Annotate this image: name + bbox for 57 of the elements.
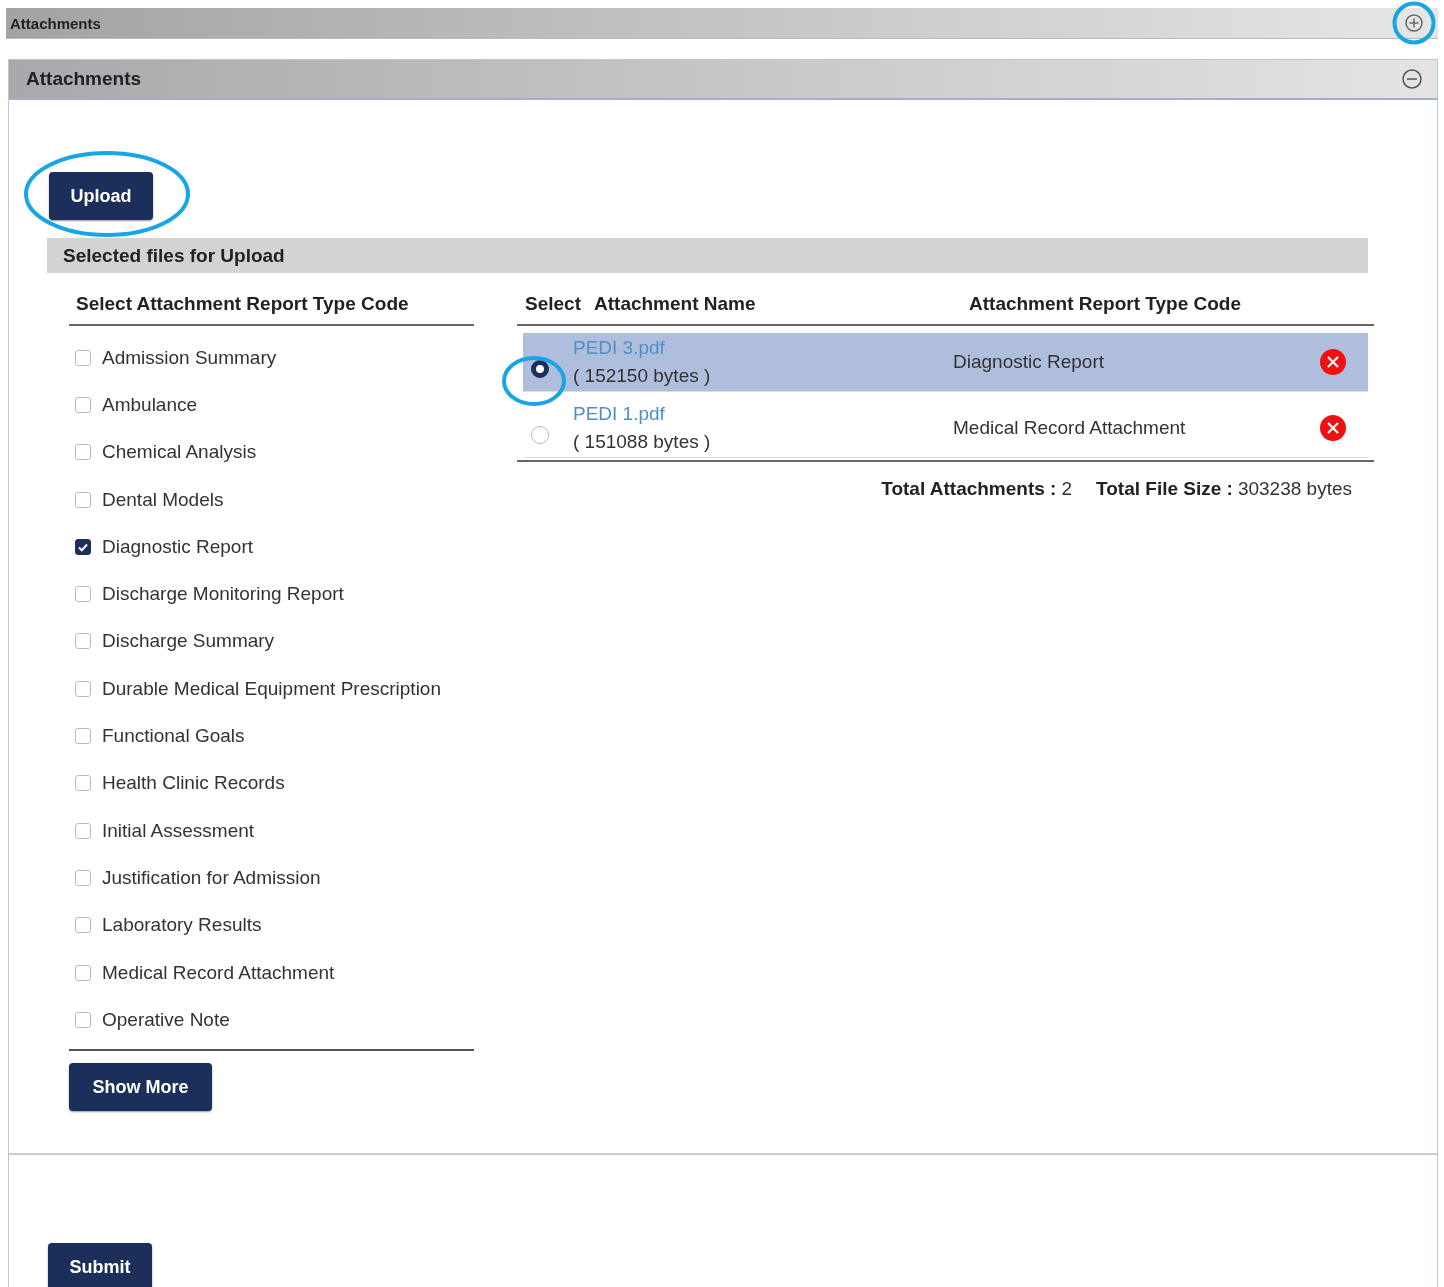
checkbox[interactable]	[75, 680, 91, 697]
checkbox[interactable]	[75, 349, 91, 366]
checkbox[interactable]	[75, 444, 91, 461]
checkbox-label[interactable]: Discharge Summary	[102, 630, 275, 653]
checkbox[interactable]	[75, 917, 91, 934]
checkbox[interactable]	[75, 396, 91, 413]
checkbox-label[interactable]: Laboratory Results	[102, 914, 262, 937]
total-label: Total Attachments :	[881, 478, 1057, 499]
checkbox-label[interactable]: Functional Goals	[102, 725, 245, 747]
show-more-button[interactable]: Show More	[69, 1063, 212, 1112]
section-title: Attachments	[10, 14, 101, 32]
delete-icon[interactable]	[1319, 348, 1347, 376]
checkbox-label[interactable]: Operative Note	[102, 1008, 230, 1031]
checkbox-label[interactable]: Medical Record Attachment	[102, 961, 335, 984]
checkbox[interactable]	[75, 1011, 91, 1028]
total-label: Total File Size :	[1096, 478, 1233, 499]
panel-title: Attachments	[26, 68, 142, 90]
checkbox-label[interactable]: Durable Medical Equipment Prescription	[102, 677, 441, 700]
checkbox-label[interactable]: Admission Summary	[102, 346, 277, 369]
total-value: 2	[1061, 478, 1072, 499]
file-size: ( 151088 bytes )	[573, 430, 712, 454]
column-header: Attachment Report Type Code	[969, 293, 1241, 315]
total-value: 303238 bytes	[1237, 478, 1352, 499]
delete-icon[interactable]	[1319, 414, 1347, 442]
checkbox[interactable]	[75, 491, 91, 508]
collapse-icon[interactable]	[1401, 68, 1423, 90]
checkbox-label[interactable]: Initial Assessment	[102, 819, 255, 842]
column-header: Attachment Name	[594, 293, 757, 315]
table-row[interactable]: PEDI 3.pdf ( 152150 bytes ) Diagnostic Report	[523, 333, 1368, 392]
section-title: Selected files for Upload	[63, 244, 285, 267]
radio-button[interactable]	[531, 360, 549, 378]
checkbox[interactable]	[75, 869, 91, 886]
expand-icon[interactable]	[1404, 13, 1424, 33]
checkbox[interactable]	[75, 728, 91, 744]
submit-button[interactable]: Submit	[48, 1243, 152, 1287]
upload-button[interactable]: Upload	[49, 172, 153, 220]
checkbox-label[interactable]: Chemical Analysis	[102, 441, 257, 464]
checkbox[interactable]	[75, 822, 91, 839]
checkbox[interactable]	[75, 633, 91, 650]
column-header: Select	[525, 293, 582, 315]
checkbox-label[interactable]: Diagnostic Report	[102, 535, 254, 558]
checkbox-label[interactable]: Health Clinic Records	[102, 772, 285, 795]
checkbox[interactable]	[75, 775, 91, 792]
checkbox[interactable]	[75, 538, 91, 555]
file-link[interactable]: PEDI 1.pdf	[573, 400, 953, 428]
checkbox-label[interactable]: Ambulance	[102, 393, 198, 416]
file-size: ( 152150 bytes )	[573, 364, 712, 388]
table-cell-text: Diagnostic Report	[953, 351, 1106, 373]
table-row[interactable]: PEDI 1.pdf ( 151088 bytes ) Medical Record Attachment	[523, 399, 1368, 458]
column-header: Select Attachment Report Type Code	[69, 291, 474, 326]
checkbox-label[interactable]: Dental Models	[102, 488, 224, 511]
checkbox-label[interactable]: Discharge Monitoring Report	[102, 583, 344, 606]
radio-button[interactable]	[531, 426, 549, 444]
checkbox[interactable]	[75, 586, 91, 603]
checkbox-label[interactable]: Justification for Admission	[102, 866, 321, 889]
table-cell-text: Medical Record Attachment	[953, 417, 1187, 439]
checkbox[interactable]	[75, 964, 91, 981]
